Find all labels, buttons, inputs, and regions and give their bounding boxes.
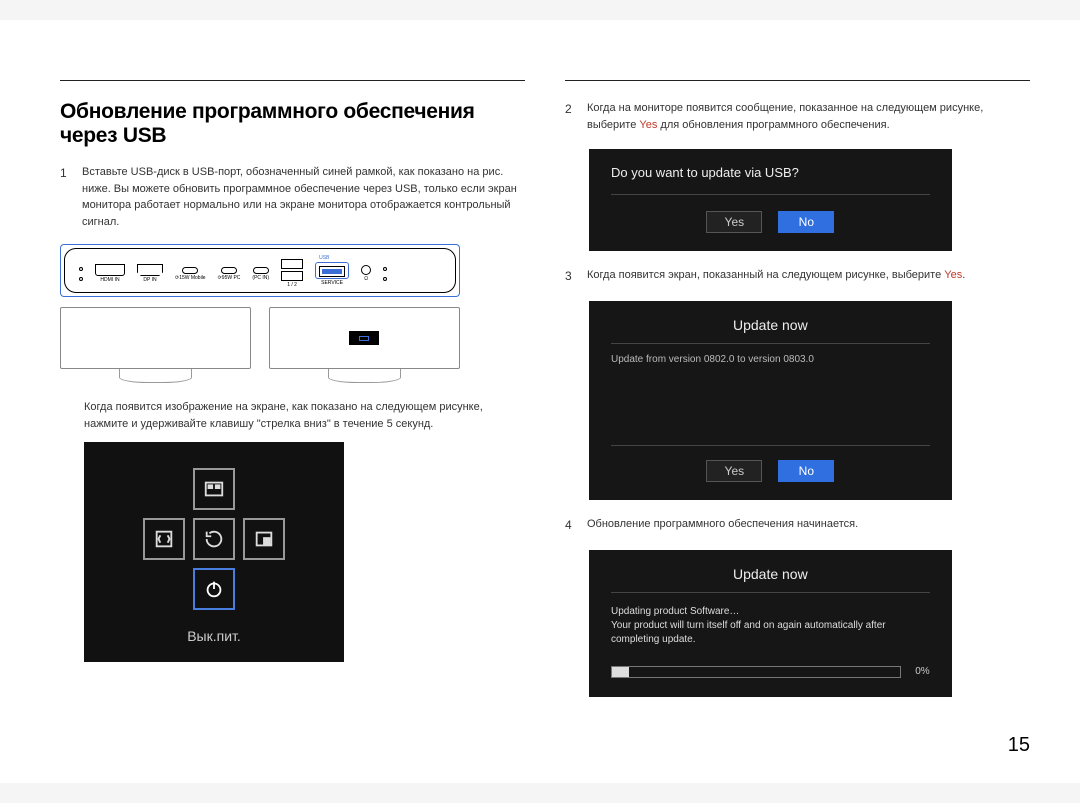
- dialog-no-button[interactable]: No: [778, 460, 834, 482]
- dialog-yes-button[interactable]: Yes: [706, 211, 762, 233]
- osd-caption: Вык.пит.: [104, 628, 324, 644]
- step-number: 3: [565, 267, 575, 285]
- port-usbc-2: ⟳95W PC: [218, 267, 241, 281]
- dialog-update-now: Update now Update from version 0802.0 to…: [589, 301, 952, 500]
- osd-power-icon: [193, 568, 235, 610]
- port-usbc-1: ⟳15W Mobile: [175, 267, 206, 281]
- monitor-illustrations: [60, 307, 460, 383]
- step-text: Обновление программного обеспечения начи…: [587, 516, 1030, 534]
- manual-page: Обновление программного обеспечения чере…: [0, 20, 1080, 783]
- osd-source-icon: [143, 518, 185, 560]
- usb-label: USB: [319, 255, 329, 261]
- page-number: 15: [1008, 734, 1030, 757]
- step-number: 4: [565, 516, 575, 534]
- step-text: Когда на мониторе появится сообщение, по…: [587, 100, 1030, 133]
- port-dp: DP IN: [137, 264, 163, 283]
- port-usbc-3: (PC IN): [252, 267, 269, 281]
- step-number: 2: [565, 100, 575, 133]
- step-3: 3 Когда появится экран, показанный на сл…: [565, 267, 1030, 285]
- dialog-question: Do you want to update via USB?: [611, 165, 930, 180]
- yes-inline: Yes: [639, 119, 657, 131]
- step-text: Когда появится экран, показанный на след…: [587, 267, 1030, 285]
- monitor-blank: [60, 307, 251, 383]
- dialog-update-usb: Do you want to update via USB? Yes No: [589, 149, 952, 251]
- top-rule: [60, 80, 1030, 81]
- port-audio: Ω: [361, 265, 371, 282]
- osd-refresh-icon: [193, 518, 235, 560]
- ports-diagram: HDMI IN DP IN ⟳15W Mobile ⟳95W PC (PC IN…: [60, 244, 460, 297]
- port-service-usb: USB SERVICE: [315, 262, 349, 286]
- dialog-title: Update now: [611, 317, 930, 333]
- step-1: 1 Вставьте USB-диск в USB-порт, обозначе…: [60, 164, 525, 230]
- progress-percent: 0%: [915, 665, 929, 679]
- yes-inline: Yes: [944, 269, 962, 281]
- osd-picture-icon: [243, 518, 285, 560]
- monitor-with-hint: [269, 307, 460, 383]
- step-number: 1: [60, 164, 70, 230]
- column-left: Обновление программного обеспечения чере…: [60, 80, 525, 753]
- step-2: 2 Когда на мониторе появится сообщение, …: [565, 100, 1030, 133]
- step-text: Вставьте USB-диск в USB-порт, обозначенн…: [82, 164, 525, 230]
- dialog-yes-button[interactable]: Yes: [706, 460, 762, 482]
- step-1-sub: Когда появится изображение на экране, ка…: [84, 399, 525, 432]
- step-4: 4 Обновление программного обеспечения на…: [565, 516, 1030, 534]
- dialog-no-button[interactable]: No: [778, 211, 834, 233]
- column-right: 2 Когда на мониторе появится сообщение, …: [565, 80, 1030, 753]
- port-usba: 1 / 2: [281, 259, 303, 288]
- osd-pip-icon: [193, 468, 235, 510]
- dialog-title: Update now: [611, 566, 930, 582]
- dialog-body: Update from version 0802.0 to version 08…: [611, 343, 930, 446]
- dialog-updating: Update now Updating product Software… Yo…: [589, 550, 952, 697]
- dialog-updating-text: Updating product Software… Your product …: [611, 592, 930, 679]
- progress-bar: [611, 666, 901, 678]
- page-title: Обновление программного обеспечения чере…: [60, 100, 525, 148]
- osd-panel: Вык.пит.: [84, 442, 344, 662]
- port-hdmi: HDMI IN: [95, 264, 125, 283]
